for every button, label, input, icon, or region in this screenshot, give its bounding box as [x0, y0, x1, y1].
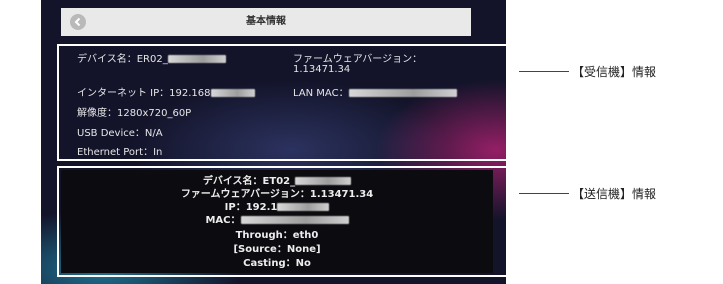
- receiver-internet-ip: インターネット IP：192.168: [77, 84, 255, 99]
- receiver-ethernet-port: Ethernet Port：In: [77, 147, 163, 158]
- redacted-mask: [210, 89, 255, 97]
- redacted-mask: [348, 89, 457, 97]
- redacted-mask: [240, 216, 349, 224]
- receiver-resolution: 解像度：1280x720_60P: [77, 108, 192, 119]
- header-bar: 基本情報: [61, 8, 471, 36]
- receiver-firmware-label: ファームウェアバージョン：: [293, 54, 423, 65]
- receiver-lan-mac: LAN MAC：: [293, 84, 457, 99]
- receiver-firmware-value: 1.13471.34: [293, 64, 351, 75]
- redacted-mask: [295, 177, 352, 185]
- receiver-usb-device: USB Device：N/A: [77, 128, 163, 139]
- sender-callout-label: 【送信機】情報: [572, 187, 657, 201]
- sender-through: Through：eth0: [235, 230, 319, 241]
- sender-callout-line: [519, 193, 569, 194]
- page-title: 基本情報: [246, 16, 286, 27]
- sender-source: [Source：None]: [233, 244, 321, 255]
- redacted-mask: [167, 55, 226, 63]
- sender-mac: MAC：: [61, 211, 493, 226]
- receiver-callout-line: [519, 71, 569, 72]
- receiver-callout-label: 【受信機】情報: [572, 65, 657, 79]
- receiver-device-name: デバイス名：ER02_: [77, 50, 226, 65]
- redacted-mask: [277, 203, 330, 211]
- sender-casting: Casting：No: [243, 258, 311, 269]
